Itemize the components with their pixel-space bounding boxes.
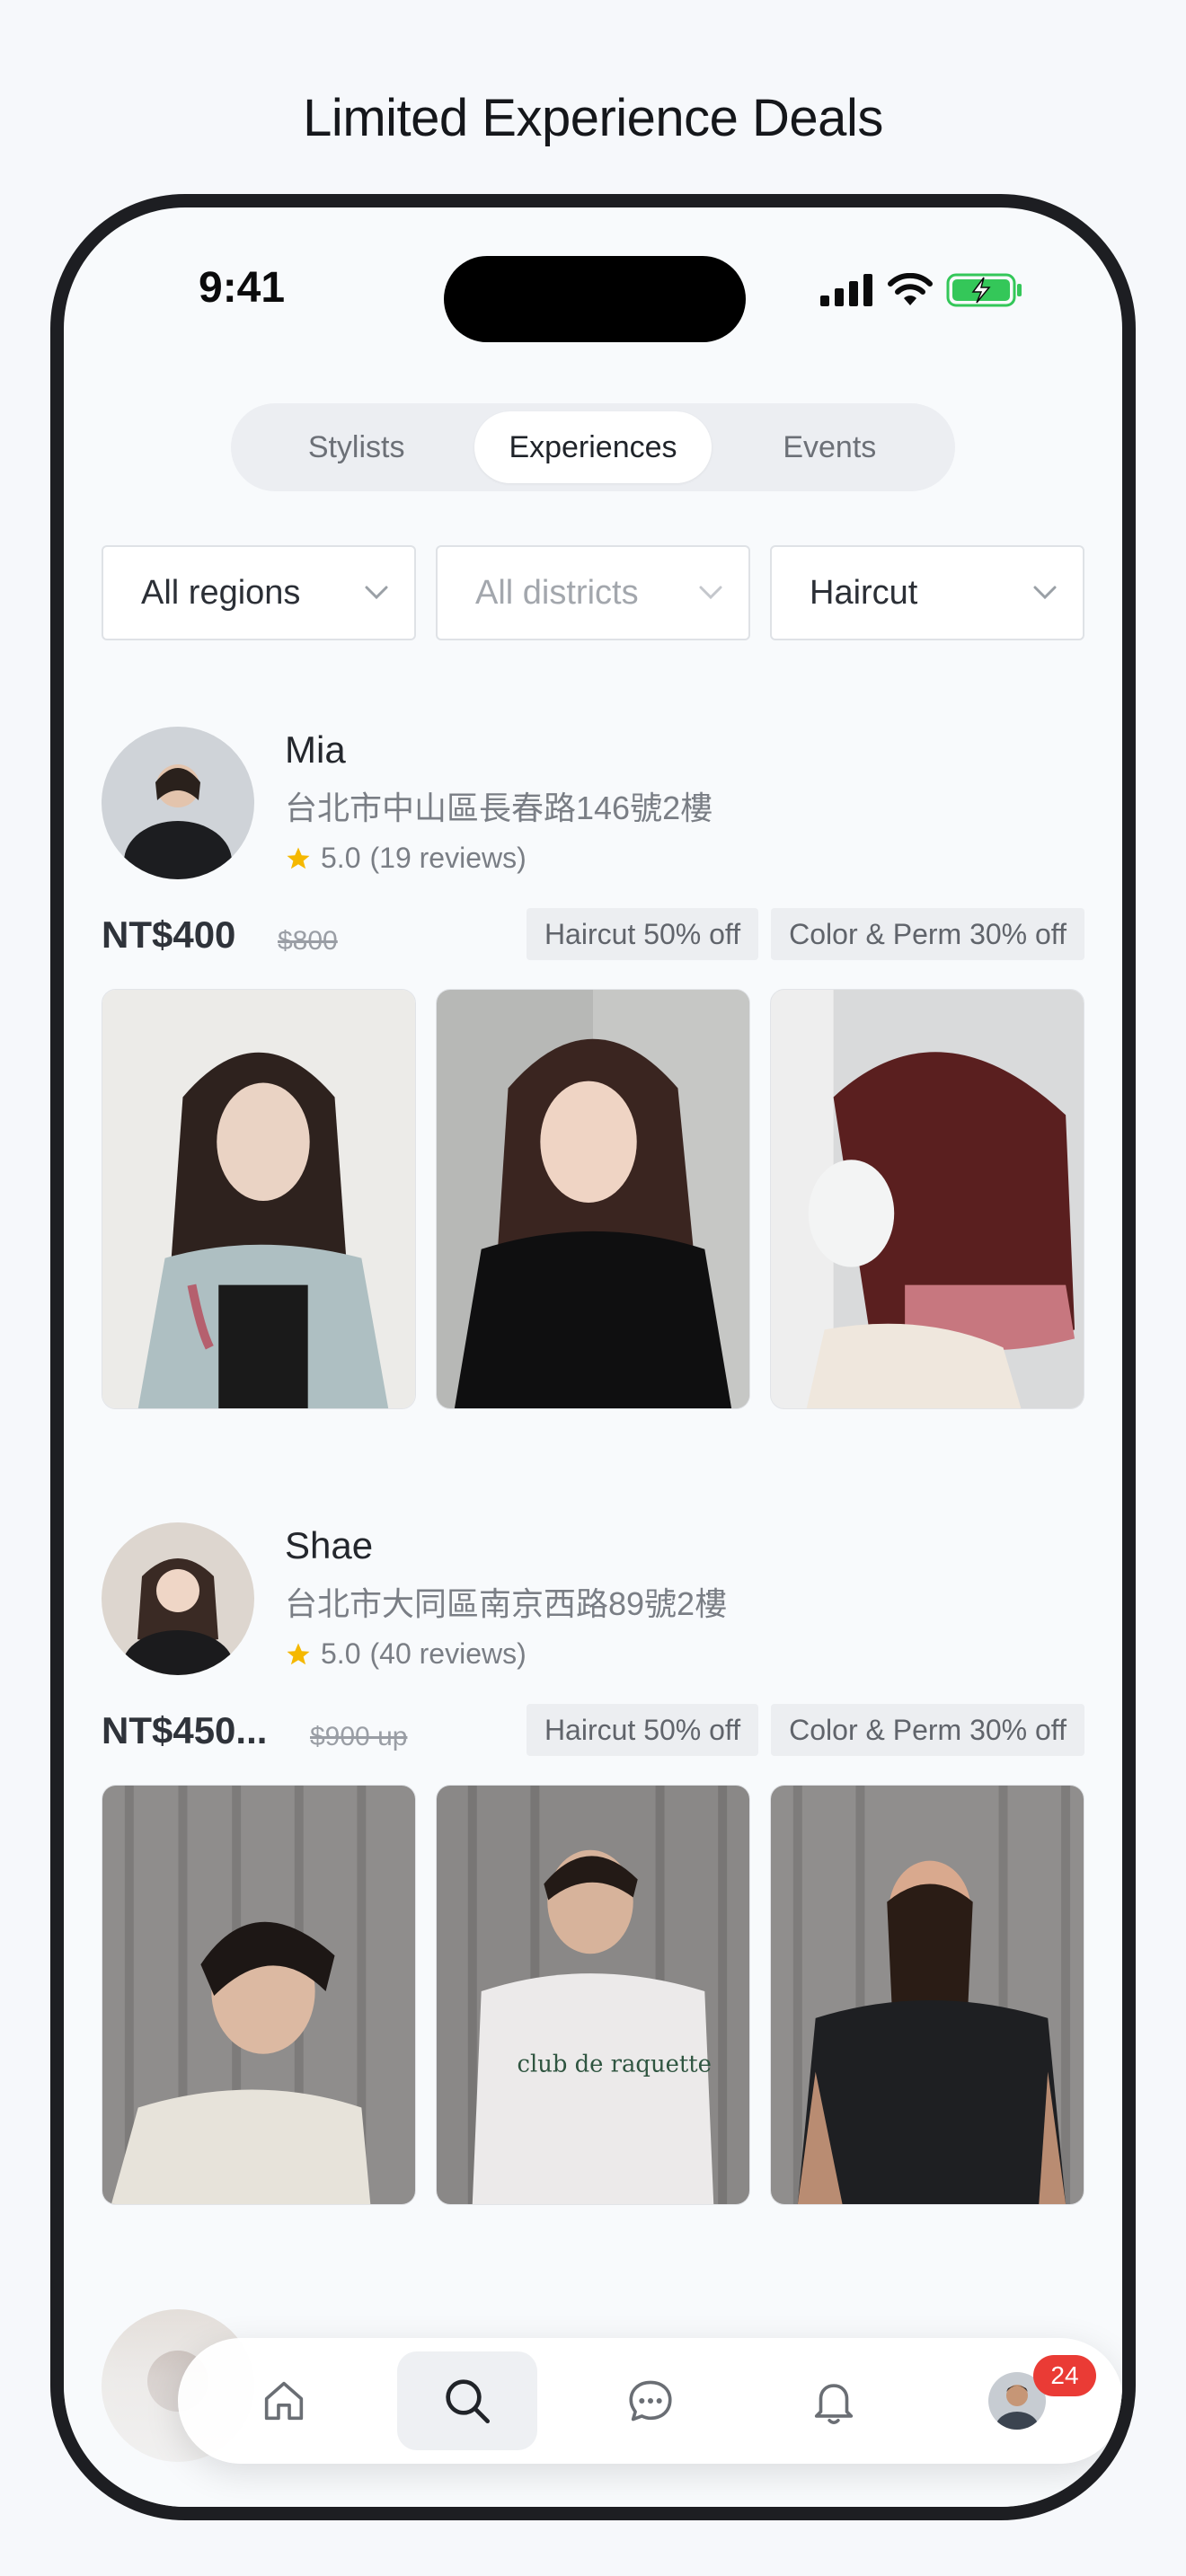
tab-search[interactable] xyxy=(397,2351,537,2450)
tab-home[interactable] xyxy=(214,2351,354,2450)
stylist-rating: 5.0 (40 reviews) xyxy=(285,1637,527,1671)
status-bar: 9:41 xyxy=(64,207,1122,342)
avatar[interactable] xyxy=(102,727,254,879)
service-select[interactable]: Haircut xyxy=(770,545,1084,640)
avatar[interactable] xyxy=(102,1522,254,1675)
home-icon xyxy=(264,2381,304,2421)
notification-badge: 24 xyxy=(1033,2355,1096,2396)
segment-stylists[interactable]: Stylists xyxy=(238,411,474,483)
chat-icon xyxy=(629,2380,672,2422)
deal-tags: Haircut 50% off Color & Perm 30% off xyxy=(526,1704,1084,1756)
deal-tag: Color & Perm 30% off xyxy=(771,1704,1084,1756)
portfolio-photos xyxy=(102,989,1084,1409)
stylist-address: 台北市大同區南京西路89號2樓 xyxy=(285,1585,728,1622)
deal-tags: Haircut 50% off Color & Perm 30% off xyxy=(526,908,1084,960)
deal-price: NT$400 xyxy=(102,913,236,956)
tab-notifications[interactable] xyxy=(764,2351,904,2450)
rating-value: 5.0 xyxy=(321,1637,361,1670)
chevron-down-icon xyxy=(1033,586,1057,600)
phone-frame: 9:41 Stylists Experiences Events All reg… xyxy=(50,194,1136,2520)
review-count: (19 reviews) xyxy=(369,842,527,874)
district-select[interactable]: All districts xyxy=(436,545,750,640)
stylist-name[interactable]: Mia xyxy=(285,728,346,772)
portfolio-photo[interactable] xyxy=(102,1785,416,2205)
stylist-rating: 5.0 (19 reviews) xyxy=(285,842,527,875)
chevron-down-icon xyxy=(699,586,722,600)
search-icon xyxy=(446,2379,490,2423)
original-price: $800 xyxy=(278,926,338,956)
deal-tag: Haircut 50% off xyxy=(526,908,759,960)
original-price: $900 up xyxy=(310,1722,408,1751)
portfolio-photos: club de raquette xyxy=(102,1785,1084,2205)
portfolio-photo[interactable] xyxy=(770,989,1084,1409)
portfolio-photo[interactable] xyxy=(102,989,416,1409)
filter-row: All regions All districts Haircut xyxy=(102,545,1084,640)
svg-text:club de raquette: club de raquette xyxy=(517,2051,711,2078)
tab-profile[interactable]: 24 xyxy=(947,2351,1096,2450)
segment-experiences[interactable]: Experiences xyxy=(474,411,712,483)
price-row: NT$400 $800 Haircut 50% off Color & Perm… xyxy=(102,908,1084,962)
price-row: NT$450... $900 up Haircut 50% off Color … xyxy=(102,1704,1084,1758)
review-count: (40 reviews) xyxy=(369,1637,527,1670)
portfolio-photo[interactable] xyxy=(770,1785,1084,2205)
chevron-down-icon xyxy=(365,586,388,600)
bell-icon xyxy=(814,2384,854,2424)
segment-events[interactable]: Events xyxy=(712,411,948,483)
region-select[interactable]: All regions xyxy=(102,545,416,640)
dynamic-island xyxy=(444,256,746,342)
status-time: 9:41 xyxy=(199,264,286,312)
deal-tag: Haircut 50% off xyxy=(526,1704,759,1756)
service-select-value: Haircut xyxy=(810,573,918,612)
segmented-control: Stylists Experiences Events xyxy=(231,403,955,491)
district-select-value: All districts xyxy=(475,573,639,612)
deal-price: NT$450... xyxy=(102,1709,268,1751)
region-select-value: All regions xyxy=(141,573,301,612)
portfolio-photo[interactable] xyxy=(436,989,750,1409)
portfolio-photo[interactable]: club de raquette xyxy=(436,1785,750,2205)
battery-charging-icon xyxy=(946,273,1022,307)
status-icons xyxy=(820,272,1023,308)
stylist-name[interactable]: Shae xyxy=(285,1524,373,1567)
rating-value: 5.0 xyxy=(321,842,361,874)
star-icon xyxy=(287,1643,310,1664)
stylist-address: 台北市中山區長春路146號2樓 xyxy=(285,790,713,826)
signal-icon xyxy=(820,274,872,306)
deal-tag: Color & Perm 30% off xyxy=(771,908,1084,960)
wifi-icon xyxy=(888,273,933,305)
tab-messages[interactable] xyxy=(580,2351,721,2450)
page-headline: Limited Experience Deals xyxy=(303,89,883,147)
bottom-tab-bar: 24 xyxy=(178,2338,1122,2464)
star-icon xyxy=(287,847,310,869)
